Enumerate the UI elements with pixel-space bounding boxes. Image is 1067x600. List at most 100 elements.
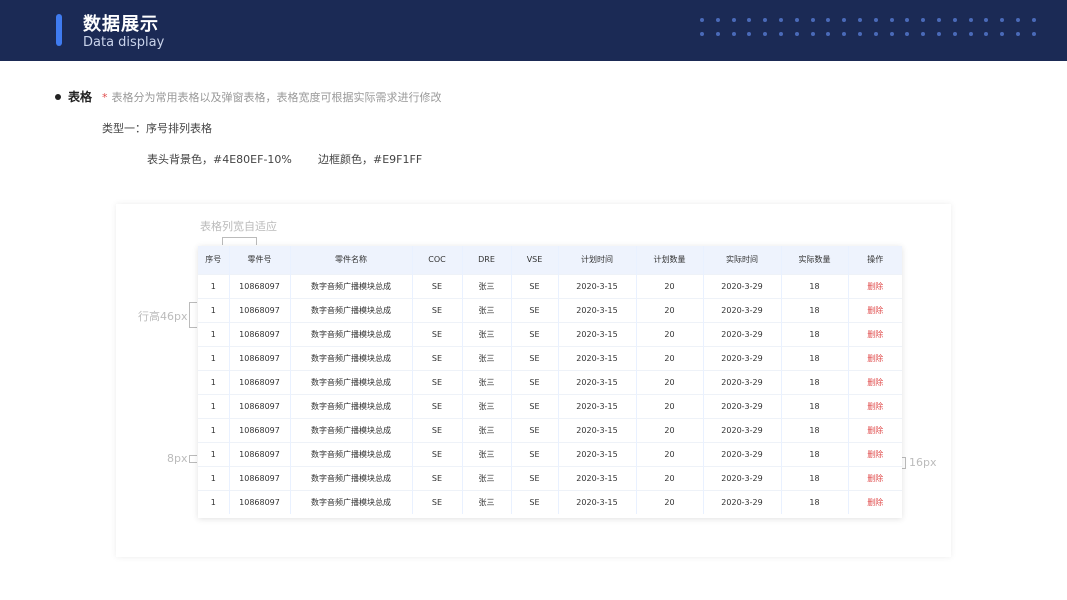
type-label: 类型一：序号排列表格 (102, 122, 212, 135)
dot (779, 32, 783, 36)
table-cell: SE (412, 297, 463, 322)
dot (810, 32, 815, 36)
table-cell: 2020-3-15 (558, 393, 637, 418)
spec-border-color: 边框颜色，#E9F1FF (318, 153, 423, 166)
table-cell: SE (412, 321, 463, 346)
dot (1000, 32, 1005, 36)
table-cell: 张三 (462, 321, 512, 346)
decorative-dots (700, 18, 1040, 42)
dot (700, 32, 704, 36)
table-cell: 张三 (462, 489, 512, 514)
table-cell: SE (511, 297, 559, 322)
dot (937, 18, 941, 22)
annotation-bracket-top (222, 237, 257, 245)
table-row: 1 10868097 数字音频广播模块总成 SE 张三 SE 2020-3-15 20 2020… (198, 345, 902, 370)
dot (858, 32, 862, 36)
table-cell: 10868097 (229, 369, 291, 394)
column-header: COC (412, 246, 463, 274)
dot (1016, 32, 1020, 36)
dot (968, 18, 973, 22)
delete-link[interactable]: 删除 (848, 297, 902, 322)
table-cell: SE (412, 393, 463, 418)
delete-link[interactable]: 删除 (848, 489, 902, 514)
dot (794, 32, 799, 36)
table-cell: 2020-3-15 (558, 417, 637, 442)
dot (1031, 32, 1036, 36)
delete-link[interactable]: 删除 (848, 369, 902, 394)
delete-link[interactable]: 删除 (848, 345, 902, 370)
dot (747, 18, 752, 22)
table-cell: 张三 (462, 465, 512, 490)
column-header: 零件号 (229, 246, 291, 274)
table-cell: SE (511, 321, 559, 346)
table-cell: 张三 (462, 297, 512, 322)
table-cell: 张三 (462, 441, 512, 466)
table-cell: 18 (781, 393, 849, 418)
dot (747, 32, 752, 36)
dot (873, 18, 878, 22)
table-cell: 2020-3-29 (703, 417, 782, 442)
table-cell: SE (511, 489, 559, 514)
table-cell: 1 (198, 489, 230, 514)
table-cell: SE (412, 417, 463, 442)
table-cell: 2020-3-15 (558, 489, 637, 514)
table-cell: 18 (781, 321, 849, 346)
column-header: VSE (511, 246, 559, 274)
table-cell: 2020-3-15 (558, 321, 637, 346)
table-cell: 18 (781, 345, 849, 370)
delete-link[interactable]: 删除 (848, 273, 902, 298)
dot (984, 32, 989, 36)
table-cell: 数字音频广播模块总成 (290, 369, 413, 394)
table-cell: 数字音频广播模块总成 (290, 465, 413, 490)
table-cell: 20 (636, 273, 704, 298)
table-cell: 18 (781, 417, 849, 442)
dot (810, 18, 815, 22)
table-cell: 2020-3-29 (703, 369, 782, 394)
table-cell: 10868097 (229, 489, 291, 514)
table-cell: SE (511, 369, 559, 394)
annotation-right-pad: 16px (909, 456, 937, 469)
delete-link[interactable]: 删除 (848, 417, 902, 442)
dot (826, 18, 831, 22)
dot (921, 18, 926, 22)
table-cell: 18 (781, 297, 849, 322)
data-table: 序号 零件号 零件名称 COC DRE VSE 计划时间 计划数量 实际时间 实际数量 操作 1 10… (198, 246, 902, 518)
table-cell: 10868097 (229, 441, 291, 466)
dot (905, 18, 910, 22)
bullet-icon (55, 94, 61, 100)
dot (905, 32, 910, 36)
table-cell: 数字音频广播模块总成 (290, 273, 413, 298)
delete-link[interactable]: 删除 (848, 321, 902, 346)
column-header: 计划数量 (636, 246, 704, 274)
column-header: 实际数量 (781, 246, 849, 274)
delete-link[interactable]: 删除 (848, 441, 902, 466)
dot (842, 18, 847, 22)
page-title: 数据展示 (83, 14, 159, 35)
required-star: * (102, 91, 108, 104)
dot (858, 18, 862, 22)
table-cell: SE (412, 369, 463, 394)
table-cell: SE (511, 273, 559, 298)
table-cell: SE (511, 417, 559, 442)
table-cell: 10868097 (229, 273, 291, 298)
table-cell: 20 (636, 321, 704, 346)
table-cell: 1 (198, 417, 230, 442)
table-cell: 数字音频广播模块总成 (290, 393, 413, 418)
table-cell: 2020-3-29 (703, 393, 782, 418)
dot (715, 18, 720, 22)
table-cell: SE (511, 441, 559, 466)
delete-link[interactable]: 删除 (848, 393, 902, 418)
dot (921, 32, 926, 36)
dot (968, 32, 973, 36)
dot (826, 32, 831, 36)
table-cell: 18 (781, 489, 849, 514)
table-cell: 20 (636, 345, 704, 370)
dot (952, 18, 957, 22)
table-row: 1 10868097 数字音频广播模块总成 SE 张三 SE 2020-3-15 20 2020… (198, 273, 902, 298)
delete-link[interactable]: 删除 (848, 465, 902, 490)
dot (715, 32, 720, 36)
dot (952, 32, 957, 36)
table-cell: 18 (781, 273, 849, 298)
dot (889, 18, 894, 22)
page-header: 数据展示 Data display (0, 0, 1067, 61)
